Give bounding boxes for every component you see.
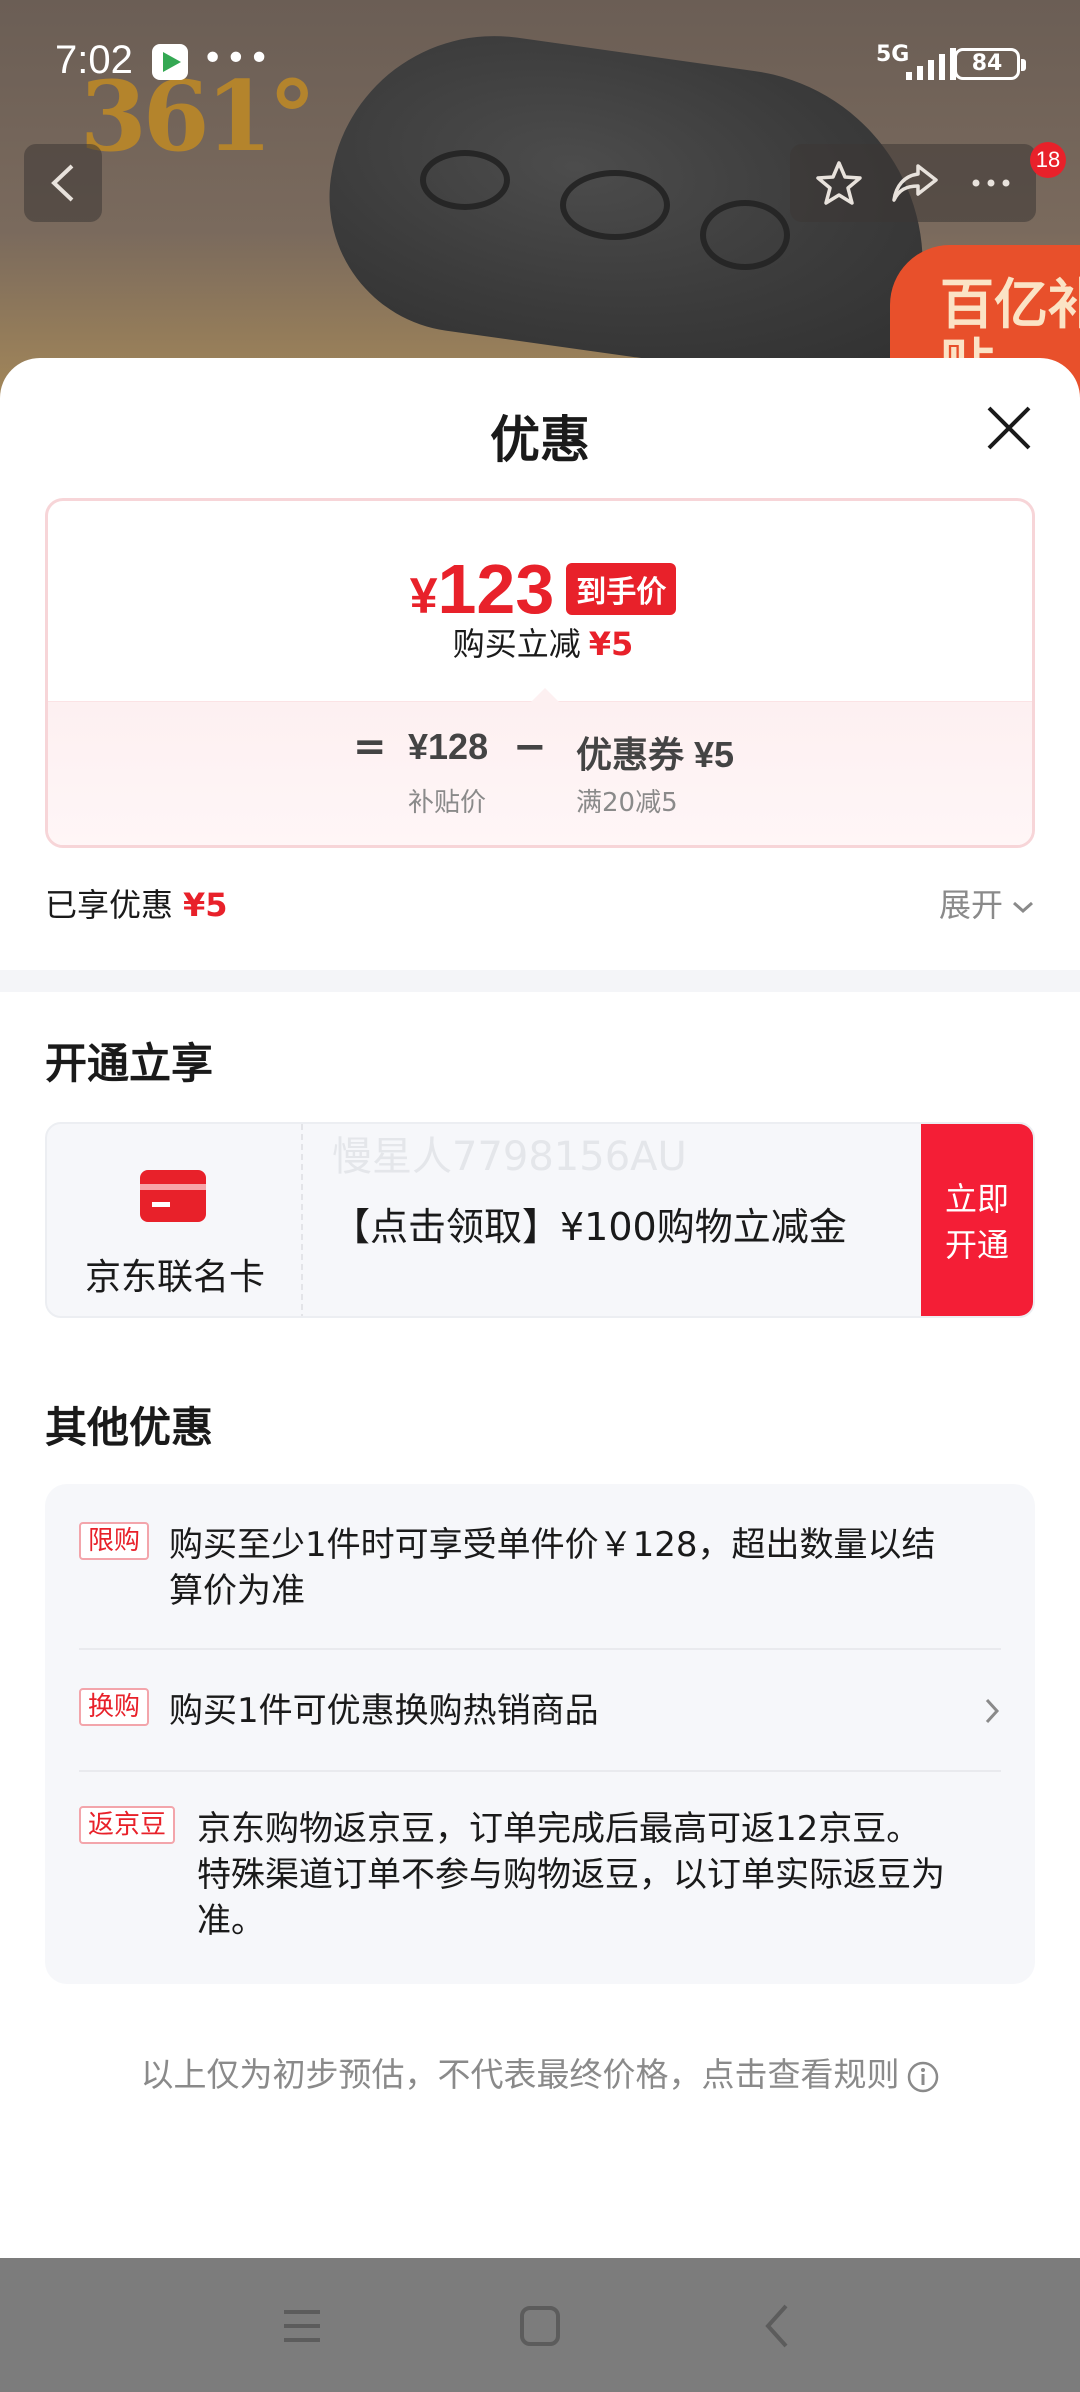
other-offers-panel: 限购 购买至少1件时可享受单件价￥128，超出数量以结 算价为准 换购 购买1件… — [45, 1484, 1035, 1984]
offer-item-limit: 限购 购买至少1件时可享受单件价￥128，超出数量以结 算价为准 — [79, 1522, 1001, 1614]
offer-item-beans: 返京豆 京东购物返京豆，订单完成后最高可返12京豆。 特殊渠道订单不参与购物返豆… — [79, 1806, 1001, 1944]
chevron-right-icon — [985, 1698, 1000, 1724]
offer-text-line: 算价为准 — [169, 1571, 305, 1611]
open-section-title: 开通立享 — [45, 1039, 214, 1088]
close-icon — [987, 406, 1031, 450]
back-button[interactable] — [24, 144, 102, 222]
sole-detail — [560, 170, 670, 240]
card-name: 京东联名卡 — [84, 1257, 265, 1298]
offer-text: 购买1件可优惠换购热销商品 — [169, 1691, 599, 1731]
menu-button[interactable] — [272, 2298, 332, 2354]
offer-text-line: 准。 — [197, 1901, 265, 1941]
offer-tag: 返京豆 — [79, 1806, 176, 1844]
status-time: 7:02 — [55, 38, 133, 82]
offer-separator — [79, 1648, 1001, 1650]
offer-text: 京东购物返京豆，订单完成后最高可返12京豆。 特殊渠道订单不参与购物返豆，以订单… — [79, 1806, 1001, 1944]
currency-symbol: ¥ — [409, 568, 438, 624]
final-price-tag: 到手价 — [566, 563, 677, 615]
share-button[interactable] — [890, 160, 940, 206]
other-section-title: 其他优惠 — [45, 1403, 214, 1452]
status-bar: 7:02 ••• 5G 84 — [0, 0, 1080, 120]
sheet-title: 优惠 — [490, 411, 590, 469]
enjoyed-discount: 已享优惠 ¥5 — [45, 880, 228, 926]
home-icon — [520, 2306, 560, 2346]
minus-sign: − — [513, 724, 547, 770]
enjoyed-label: 已享优惠 — [45, 886, 174, 924]
offer-text-line: 特殊渠道订单不参与购物返豆，以订单实际返豆为 — [197, 1855, 945, 1895]
offer-separator — [79, 1770, 1001, 1772]
final-price-row: ¥123 到手价 — [48, 549, 1032, 629]
top-action-group — [790, 144, 1036, 222]
price-calculation: = ¥128 补贴价 − 优惠券 ¥5 满20减5 — [48, 688, 1032, 845]
more-button[interactable] — [966, 160, 1016, 206]
menu-icon — [284, 2310, 320, 2342]
sole-detail — [420, 150, 510, 210]
share-icon — [892, 164, 938, 202]
coupon-value: 优惠券 ¥5 — [576, 734, 735, 775]
section-divider — [0, 970, 1080, 992]
card-offer-text: 【点击领取】¥100购物立减金 — [332, 1205, 847, 1249]
credit-card-icon — [140, 1170, 206, 1222]
notification-badge: 18 — [1030, 142, 1066, 178]
discount-sheet: 优惠 ¥123 到手价 购买立减 ¥5 = ¥128 补贴价 − 优惠券 ¥5 满… — [0, 358, 1080, 2258]
open-button-line2: 开通 — [944, 1226, 1009, 1264]
expand-label: 展开 — [938, 886, 1003, 924]
info-icon — [907, 2061, 938, 2092]
footnote-text: 以上仅为初步预估，不代表最终价格，点击查看规则 — [140, 2055, 900, 2094]
back-icon — [51, 164, 74, 202]
reduce-label: 购买立减 — [452, 625, 581, 663]
offer-tag: 换购 — [79, 1688, 150, 1726]
user-watermark: 慢星人7798156AU — [332, 1134, 687, 1180]
status-more-dots: ••• — [202, 38, 272, 79]
instant-reduction: 购买立减 ¥5 — [48, 619, 1032, 665]
more-icon — [972, 179, 1010, 187]
enjoyed-amount: ¥5 — [183, 886, 228, 924]
network-type: 5G — [876, 42, 910, 67]
price-breakdown-card: ¥123 到手价 购买立减 ¥5 = ¥128 补贴价 − 优惠券 ¥5 满20减… — [45, 498, 1035, 848]
nav-back-icon — [765, 2304, 788, 2348]
battery-icon: 84 — [954, 48, 1026, 80]
final-price-value: 123 — [437, 550, 555, 628]
home-button[interactable] — [510, 2298, 570, 2354]
base-price-label: 补贴价 — [408, 788, 487, 818]
open-button-line1: 立即 — [944, 1180, 1009, 1218]
expand-button[interactable]: 展开 — [939, 880, 1035, 926]
favorite-button[interactable] — [814, 160, 864, 206]
open-now-button[interactable]: 立即 开通 — [921, 1124, 1033, 1316]
sole-detail — [700, 200, 790, 270]
star-icon — [816, 161, 862, 205]
close-button[interactable] — [984, 403, 1034, 453]
reduce-amount: ¥5 — [588, 625, 634, 663]
system-nav-bar — [0, 2258, 1080, 2392]
base-price: ¥128 — [408, 726, 489, 767]
offer-item-exchange[interactable]: 换购 购买1件可优惠换购热销商品 — [79, 1688, 1001, 1734]
chevron-down-icon — [1013, 901, 1033, 914]
offer-text-line: 京东购物返京豆，订单完成后最高可返12京豆。 — [197, 1809, 921, 1849]
rules-footnote[interactable]: 以上仅为初步预估，不代表最终价格，点击查看规则 — [0, 2048, 1080, 2096]
play-store-icon — [152, 44, 188, 80]
offer-tag: 限购 — [79, 1522, 150, 1560]
coupon-condition: 满20减5 — [576, 788, 678, 818]
card-info: 京东联名卡 — [47, 1124, 303, 1316]
equals-sign: = — [353, 724, 387, 770]
offer-text: 购买至少1件时可享受单件价￥128，超出数量以结 算价为准 — [79, 1522, 1001, 1614]
offer-text-line: 购买至少1件时可享受单件价￥128，超出数量以结 — [169, 1525, 936, 1565]
final-price: ¥123 — [410, 549, 555, 629]
co-branded-card-offer[interactable]: 京东联名卡 慢星人7798156AU 【点击领取】¥100购物立减金 立即 开通 — [45, 1122, 1035, 1318]
nav-back-button[interactable] — [748, 2298, 808, 2354]
